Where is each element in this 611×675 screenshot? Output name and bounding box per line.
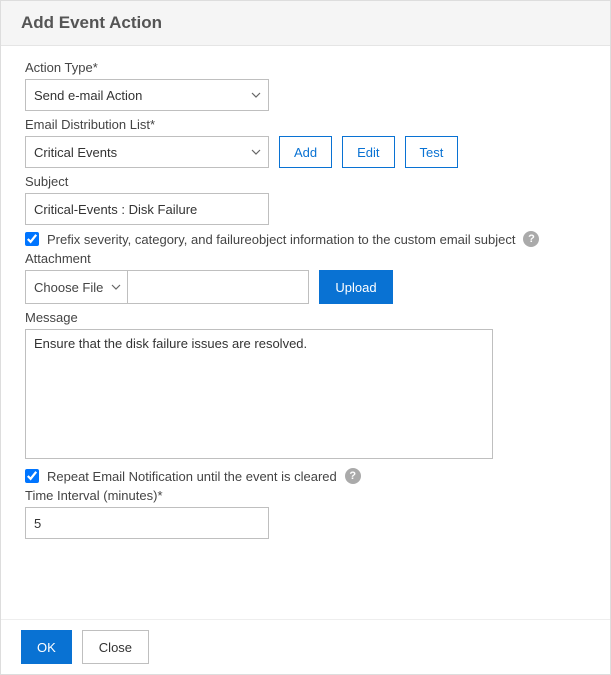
action-type-value: Send e-mail Action (25, 79, 269, 111)
chevron-down-icon (111, 282, 121, 292)
prefix-checkbox-label: Prefix severity, category, and failureob… (47, 232, 515, 247)
edit-button[interactable]: Edit (342, 136, 394, 168)
attachment-group: Attachment Choose File Upload (25, 251, 586, 304)
dialog-title: Add Event Action (21, 13, 590, 33)
test-button[interactable]: Test (405, 136, 459, 168)
email-list-select[interactable]: Critical Events (25, 136, 269, 168)
help-icon[interactable]: ? (523, 231, 539, 247)
action-type-group: Action Type* Send e-mail Action (25, 60, 586, 111)
add-button[interactable]: Add (279, 136, 332, 168)
subject-group: Subject (25, 174, 586, 225)
choose-file-button[interactable]: Choose File (26, 271, 128, 303)
time-interval-input[interactable] (25, 507, 269, 539)
repeat-checkbox[interactable] (25, 469, 39, 483)
dialog-footer: OK Close (1, 619, 610, 674)
email-list-group: Email Distribution List* Critical Events… (25, 117, 586, 168)
dialog-header: Add Event Action (1, 1, 610, 46)
time-interval-label: Time Interval (minutes)* (25, 488, 586, 503)
time-interval-group: Time Interval (minutes)* (25, 488, 586, 539)
help-icon[interactable]: ? (345, 468, 361, 484)
choose-file-control: Choose File (25, 270, 309, 304)
action-type-select[interactable]: Send e-mail Action (25, 79, 269, 111)
close-button[interactable]: Close (82, 630, 149, 664)
subject-input[interactable] (25, 193, 269, 225)
upload-button[interactable]: Upload (319, 270, 392, 304)
email-list-value: Critical Events (25, 136, 269, 168)
dialog-content: Action Type* Send e-mail Action Email Di… (1, 46, 610, 619)
subject-label: Subject (25, 174, 586, 189)
email-list-row: Critical Events Add Edit Test (25, 136, 586, 168)
message-textarea[interactable]: Ensure that the disk failure issues are … (25, 329, 493, 459)
ok-button[interactable]: OK (21, 630, 72, 664)
attachment-row: Choose File Upload (25, 270, 586, 304)
message-group: Message Ensure that the disk failure iss… (25, 310, 586, 462)
prefix-checkbox-row: Prefix severity, category, and failureob… (25, 231, 586, 247)
choose-file-label: Choose File (34, 280, 103, 295)
email-list-label: Email Distribution List* (25, 117, 586, 132)
action-type-label: Action Type* (25, 60, 586, 75)
add-event-action-dialog: Add Event Action Action Type* Send e-mai… (0, 0, 611, 675)
attachment-label: Attachment (25, 251, 586, 266)
prefix-checkbox[interactable] (25, 232, 39, 246)
repeat-checkbox-label: Repeat Email Notification until the even… (47, 469, 337, 484)
message-label: Message (25, 310, 586, 325)
repeat-checkbox-row: Repeat Email Notification until the even… (25, 468, 586, 484)
